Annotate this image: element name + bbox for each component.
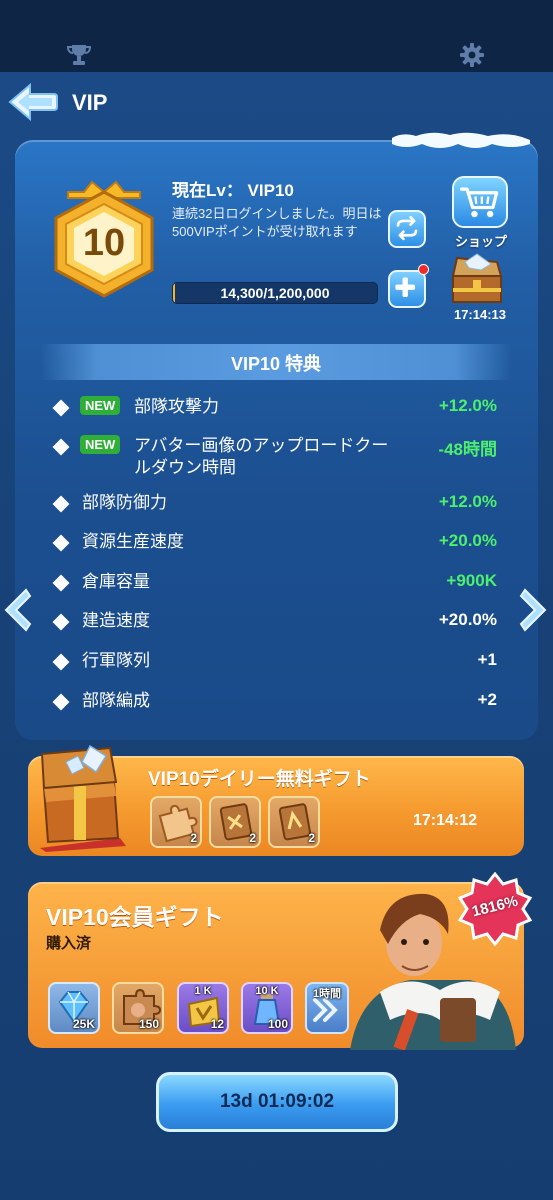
page-title: VIP: [72, 90, 108, 115]
perk-value: +12.0%: [438, 396, 497, 415]
perk-row: 倉庫容量 +900K: [0, 569, 553, 599]
countdown-label: 13d 01:09:02: [219, 1091, 335, 1112]
bullet-diamond-icon: [52, 574, 70, 592]
bullet-diamond-icon: [52, 693, 70, 711]
next-level-arrow-icon[interactable]: [519, 588, 549, 632]
bullet-diamond-icon: [52, 399, 70, 417]
gift-item-slot[interactable]: 2: [209, 796, 261, 848]
bullet-diamond-icon: [52, 438, 70, 456]
page-header: VIP: [0, 78, 553, 128]
gift-item-slot[interactable]: 150: [112, 982, 164, 1034]
perk-row: 部隊防御力 +12.0%: [0, 490, 553, 520]
plus-icon: [395, 277, 416, 298]
swap-button[interactable]: [388, 210, 426, 248]
shop-label[interactable]: ショップ: [444, 231, 518, 250]
perk-value: +900K: [446, 571, 497, 590]
item-amount: 1時間: [312, 988, 342, 1000]
perk-row: 資源生産速度 +20.0%: [0, 529, 553, 559]
gift-item-slot[interactable]: 1時間: [305, 982, 349, 1034]
item-count: 12: [210, 1017, 224, 1031]
treasure-chest-icon[interactable]: [447, 252, 507, 308]
perk-row: 部隊編成 +2: [0, 688, 553, 718]
gift-item-slot[interactable]: 2: [268, 796, 320, 848]
daily-gift-timer: 17:14:12: [413, 812, 478, 829]
perk-row: NEW アバター画像のアップロードクールダウン時間 -48時間: [0, 433, 553, 481]
perk-name: 建造速度: [82, 611, 150, 630]
new-tag: NEW: [80, 435, 121, 454]
gift-item-slot[interactable]: 25K: [48, 982, 100, 1034]
perk-value: +20.0%: [438, 610, 497, 629]
perk-value: +2: [477, 690, 497, 709]
item-count: 100: [267, 1017, 288, 1031]
perk-value: -48時間: [438, 440, 497, 459]
new-tag: NEW: [80, 396, 121, 415]
perk-value: +20.0%: [438, 531, 497, 550]
perk-row: NEW 部隊攻撃力 +12.0%: [0, 394, 553, 424]
notification-dot: [418, 264, 429, 275]
trophy-icon[interactable]: [66, 42, 92, 68]
perk-name: 倉庫容量: [82, 572, 150, 591]
gift-chest-icon: [40, 744, 126, 852]
perk-row: 行軍隊列 +1: [0, 648, 553, 678]
snow-decoration: [392, 132, 530, 148]
perk-title: VIP10 特典: [230, 354, 322, 374]
vip-points-progress-bar: 14,300/1,200,000: [172, 282, 378, 304]
vip-points-text: 14,300/1,200,000: [220, 285, 330, 301]
perk-value: +1: [477, 650, 497, 669]
member-gift-status: 購入済: [46, 935, 92, 952]
bullet-diamond-icon: [52, 613, 70, 631]
add-points-button[interactable]: [388, 270, 426, 308]
perk-value: +12.0%: [438, 492, 497, 511]
bullet-diamond-icon: [52, 534, 70, 552]
item-amount: 10 K: [255, 985, 279, 997]
gear-icon[interactable]: [459, 42, 485, 68]
item-count: 2: [190, 831, 197, 845]
perk-name: 部隊編成: [82, 691, 150, 710]
perk-name: 部隊防御力: [82, 493, 167, 512]
item-count: 150: [138, 1017, 159, 1031]
countdown-button[interactable]: 13d 01:09:02: [156, 1072, 398, 1132]
item-count: 2: [308, 831, 315, 845]
swap-icon: [396, 216, 418, 241]
bullet-diamond-icon: [52, 653, 70, 671]
item-amount: 1 K: [194, 985, 212, 997]
item-count: 25K: [72, 1017, 95, 1031]
perk-name: アバター画像のアップロードクールダウン時間: [134, 436, 389, 477]
cart-icon: [459, 187, 499, 218]
gift-item-slot[interactable]: 1 K 12: [177, 982, 229, 1034]
back-arrow-icon[interactable]: [8, 82, 58, 122]
login-streak-text: 連続32日ログインしました。明日は500VIPポイントが受け取れます: [172, 206, 382, 239]
bullet-diamond-icon: [52, 495, 70, 513]
current-level-label: 現在Lv： VIP10: [172, 181, 294, 200]
chest-timer: 17:14:13: [453, 307, 507, 322]
daily-gift-title: VIP10デイリー無料ギフト: [148, 769, 371, 790]
member-gift-title: VIP10会員ギフト: [46, 904, 224, 930]
perk-name: 資源生産速度: [82, 532, 184, 551]
vip-badge-number: 10: [82, 222, 126, 264]
gift-item-slot[interactable]: 10 K 100: [241, 982, 293, 1034]
perk-row: 建造速度 +20.0%: [0, 608, 553, 638]
item-count: 2: [249, 831, 256, 845]
gift-item-slot[interactable]: 2: [150, 796, 202, 848]
perk-name: 行軍隊列: [82, 651, 150, 670]
top-bar: [0, 0, 553, 72]
prev-level-arrow-icon[interactable]: [2, 588, 32, 632]
perk-name: 部隊攻撃力: [134, 397, 219, 416]
shop-button[interactable]: [452, 176, 508, 228]
